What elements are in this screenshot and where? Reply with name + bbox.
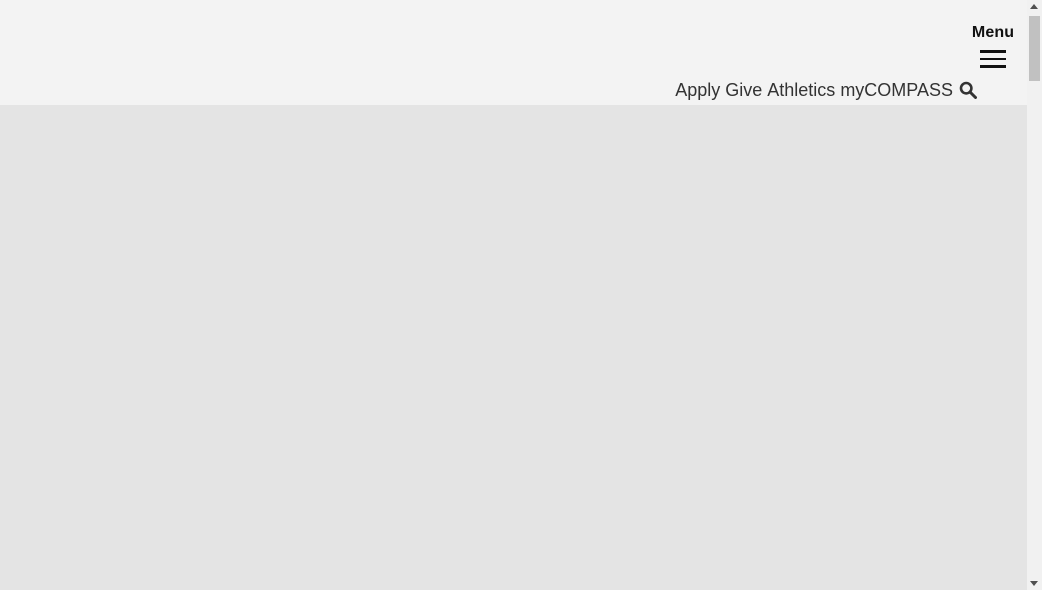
utility-nav: Apply Give Athletics myCOMPASS: [675, 78, 977, 102]
scroll-down-arrow-icon[interactable]: [1030, 581, 1038, 586]
menu-button[interactable]: Menu: [964, 23, 1022, 73]
mycompass-link[interactable]: myCOMPASS: [840, 78, 953, 102]
menu-label: Menu: [971, 24, 1015, 41]
vertical-scrollbar[interactable]: [1027, 0, 1042, 590]
scrollbar-thumb[interactable]: [1029, 16, 1040, 81]
hamburger-icon: [980, 50, 1006, 68]
site-header: Menu Apply Give Athletics myCOMPASS: [0, 0, 1027, 105]
athletics-link[interactable]: Athletics: [767, 78, 835, 102]
hero-area: [0, 105, 1027, 590]
search-icon[interactable]: [959, 81, 977, 99]
scroll-up-arrow-icon[interactable]: [1030, 4, 1038, 9]
give-link[interactable]: Give: [725, 78, 762, 102]
page: Menu Apply Give Athletics myCOMPASS: [0, 0, 1042, 590]
apply-link[interactable]: Apply: [675, 78, 720, 102]
